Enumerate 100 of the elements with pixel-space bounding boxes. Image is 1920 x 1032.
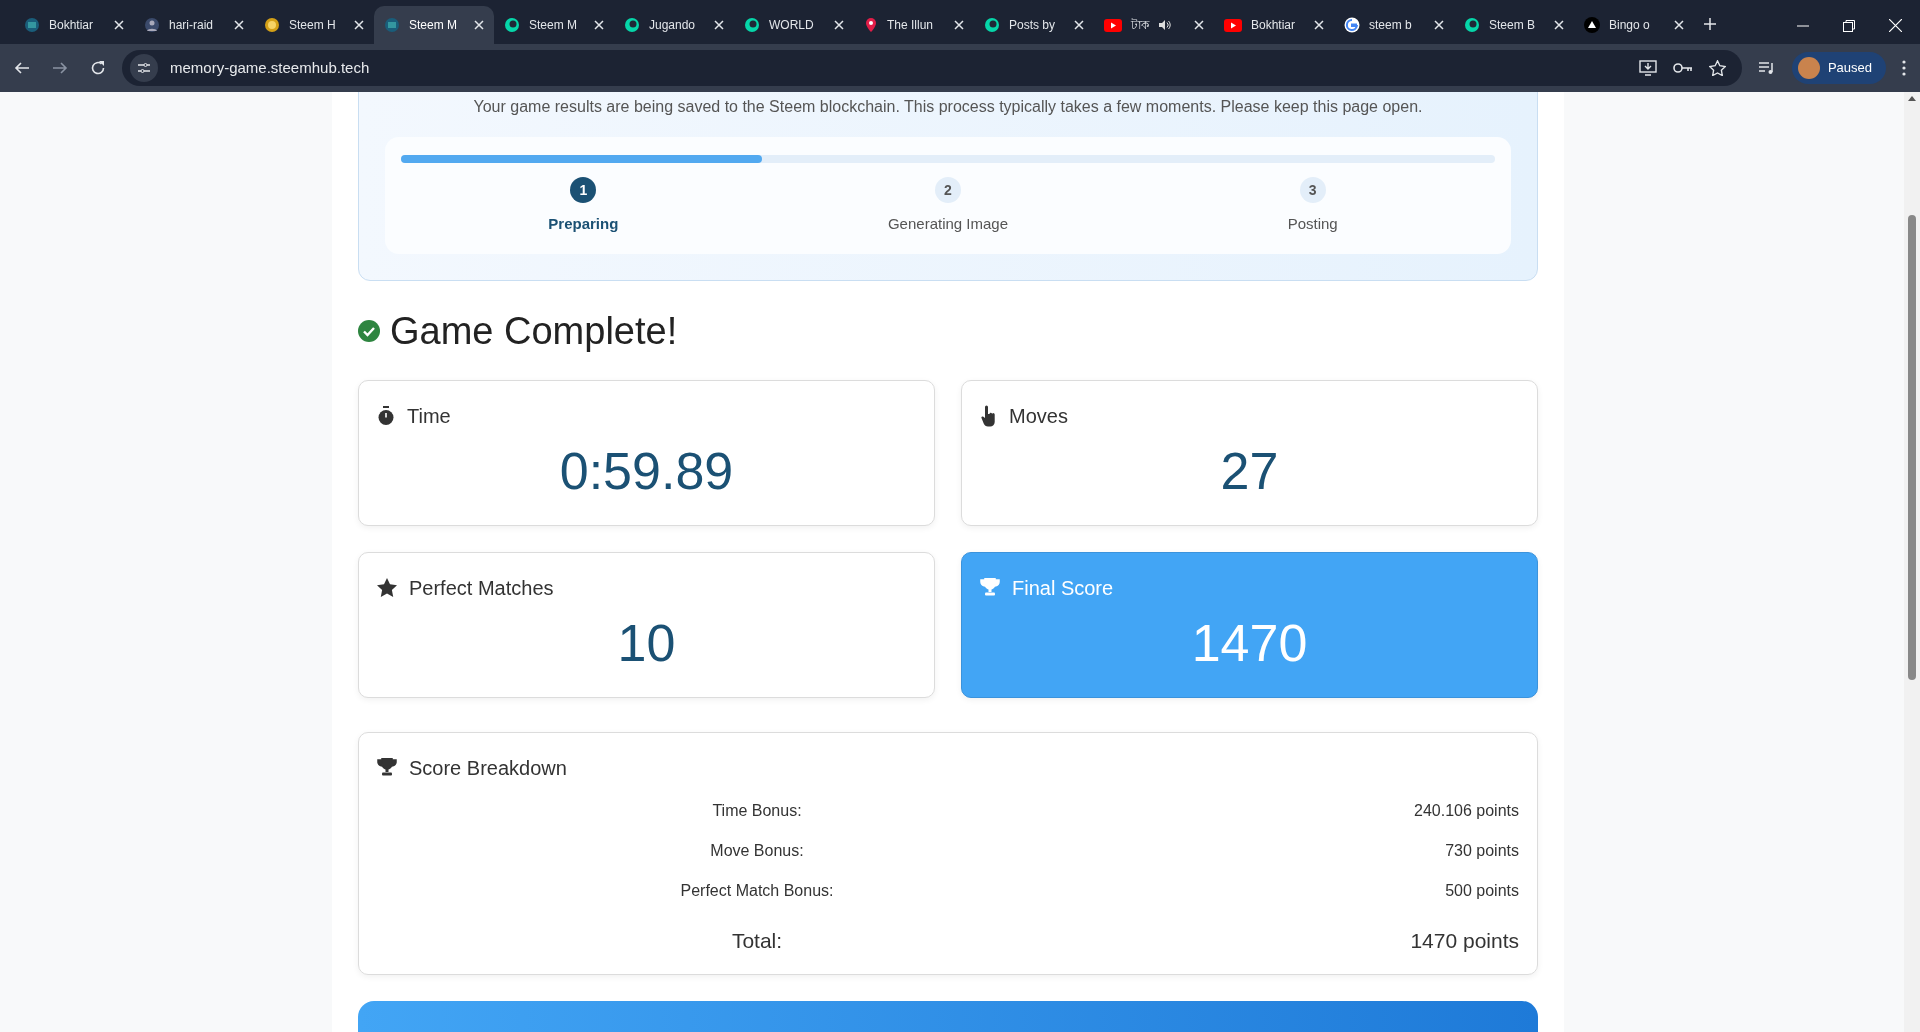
breakdown-value: 1470 points <box>1409 927 1519 954</box>
pointing-hand-icon <box>980 404 997 427</box>
install-icon[interactable] <box>1638 60 1657 76</box>
close-icon[interactable] <box>1674 20 1684 30</box>
tab-title: The Illun <box>887 17 934 34</box>
pin-icon <box>864 17 878 33</box>
stat-label: Time <box>407 403 451 429</box>
address-bar[interactable]: memory-game.steemhub.tech <box>122 50 1742 86</box>
step-number: 3 <box>1299 177 1326 203</box>
logo-icon <box>744 17 760 33</box>
tab-title: Posts by <box>1009 17 1056 34</box>
avatar-icon <box>1797 57 1820 79</box>
browser-tab[interactable]: Posts by <box>974 6 1094 44</box>
tab-title: Steem H <box>289 17 336 34</box>
step-label: Preparing <box>548 214 619 234</box>
tab-title: Bokhtiar <box>1251 17 1296 34</box>
browser-tab[interactable]: Bokhtiar <box>1214 6 1334 44</box>
forward-icon[interactable] <box>52 60 68 76</box>
breakdown-value: 500 points <box>1444 880 1519 901</box>
close-icon[interactable] <box>1434 20 1444 30</box>
site-settings-icon[interactable] <box>130 54 158 82</box>
tab-title: Bingo o <box>1609 17 1650 34</box>
breakdown-label: Total: <box>730 927 784 954</box>
close-icon[interactable] <box>234 20 244 30</box>
stat-value: 10 <box>617 616 676 669</box>
close-icon[interactable] <box>834 20 844 30</box>
browser-tab[interactable]: hari-raid <box>134 6 254 44</box>
trophy-icon <box>377 758 397 777</box>
tab-title: hari-raid <box>169 17 213 34</box>
video-play-icon <box>1224 18 1242 32</box>
url-text: memory-game.steemhub.tech <box>170 57 370 78</box>
breakdown-value: 730 points <box>1444 840 1519 861</box>
close-icon[interactable] <box>1314 20 1324 30</box>
close-icon[interactable] <box>714 20 724 30</box>
logo-icon <box>624 17 640 33</box>
tab-title: Bokhtiar <box>49 17 94 34</box>
menu-icon[interactable] <box>1902 60 1906 76</box>
trophy-icon <box>980 578 1000 597</box>
step-number: 1 <box>570 177 597 203</box>
tab-title: Jugando <box>649 17 696 34</box>
breakdown-value: 240.106 points <box>1413 800 1519 821</box>
restore-icon[interactable] <box>1843 19 1855 32</box>
tab-title: Steem B <box>1489 17 1536 34</box>
profile-button[interactable]: Paused <box>1791 52 1886 84</box>
step-number: 2 <box>935 177 961 203</box>
key-icon[interactable] <box>1672 62 1693 74</box>
step-label: Generating Image <box>887 214 1009 234</box>
stat-value: 1470 <box>1191 616 1308 669</box>
close-icon[interactable] <box>354 20 364 30</box>
breakdown-label: Move Bonus: <box>709 840 805 861</box>
browser-tab[interactable]: Steem H <box>254 6 374 44</box>
tab-title: Steem M <box>529 17 577 34</box>
reload-icon[interactable] <box>90 60 106 76</box>
saving-message: Your game results are being saved to the Steem blockchain. This process typically takes a few moments. Please keep this page open. <box>473 97 1423 117</box>
stat-value: 0:59.89 <box>559 444 734 497</box>
stat-label: Final Score <box>1012 575 1114 601</box>
close-icon[interactable] <box>594 20 604 30</box>
new-tab-icon[interactable] <box>1704 18 1716 30</box>
browser-tab[interactable]: The Illun <box>854 6 974 44</box>
page-heading: Game Complete! <box>390 308 678 354</box>
breakdown-label: Time Bonus: <box>711 800 803 821</box>
breakdown-title: Score Breakdown <box>409 755 567 781</box>
tab-title: টাক <box>1131 17 1149 34</box>
coin-icon <box>264 17 280 33</box>
tab-title: Steem M <box>409 17 457 34</box>
tab-title: steem b <box>1369 17 1412 34</box>
close-icon[interactable] <box>1554 20 1564 30</box>
close-icon[interactable] <box>954 20 964 30</box>
media-queue-icon[interactable] <box>1757 61 1776 75</box>
back-icon[interactable] <box>14 60 30 76</box>
g-logo-icon <box>1344 17 1360 33</box>
close-icon[interactable] <box>1074 20 1084 30</box>
stopwatch-icon <box>377 405 395 426</box>
browser-tab[interactable]: Jugando <box>614 6 734 44</box>
logo-icon <box>384 17 400 33</box>
close-icon[interactable] <box>474 20 484 30</box>
browser-tab[interactable]: WORLD <box>734 6 854 44</box>
browser-tab[interactable]: steem b <box>1334 6 1454 44</box>
avatar-icon <box>144 17 160 33</box>
check-circle-icon <box>358 320 380 342</box>
stat-value: 27 <box>1220 444 1279 497</box>
browser-tab[interactable]: টাক <box>1094 6 1214 44</box>
close-icon[interactable] <box>1194 20 1204 30</box>
star-outline-icon[interactable] <box>1708 60 1726 76</box>
browser-tab[interactable]: Steem M <box>494 6 614 44</box>
star-icon <box>377 578 397 597</box>
step-label: Posting <box>1287 214 1338 234</box>
browser-tab[interactable]: Steem M <box>374 6 494 44</box>
logo-icon <box>1464 17 1480 33</box>
video-play-icon <box>1104 18 1122 32</box>
stat-label: Perfect Matches <box>409 575 554 601</box>
scrollbar[interactable] <box>1904 92 1920 1032</box>
stat-label: Moves <box>1009 403 1068 429</box>
close-icon[interactable] <box>114 20 124 30</box>
logo-icon <box>504 17 520 33</box>
speaker-icon[interactable] <box>1158 19 1171 31</box>
browser-tab[interactable]: Steem B <box>1454 6 1574 44</box>
browser-tab[interactable]: Bingo o <box>1574 6 1694 44</box>
breakdown-label: Perfect Match Bonus: <box>679 880 835 901</box>
browser-tab[interactable]: Bokhtiar <box>14 6 134 44</box>
